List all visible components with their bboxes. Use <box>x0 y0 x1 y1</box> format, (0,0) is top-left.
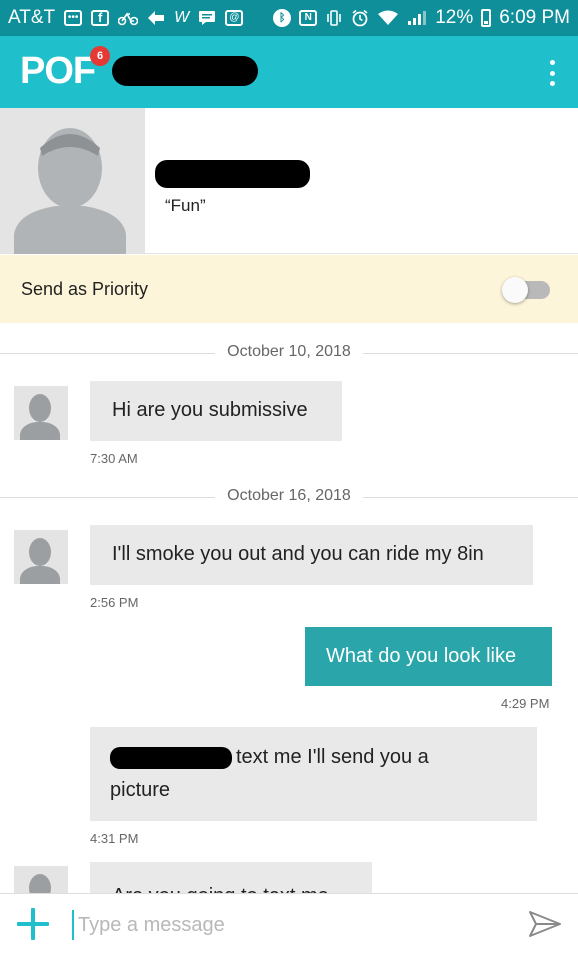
date-label: October 10, 2018 <box>215 343 363 360</box>
message-bubble-incoming[interactable]: Hi are you submissive <box>90 381 342 441</box>
redacted-text <box>110 746 232 769</box>
message-text: picture <box>110 779 171 801</box>
date-label: October 16, 2018 <box>215 487 363 504</box>
message-time: 4:29 PM <box>501 696 550 711</box>
default-avatar-icon <box>29 874 51 893</box>
signal-icon <box>407 10 427 26</box>
default-avatar-icon <box>20 538 60 584</box>
battery-percent: 12% <box>435 7 474 28</box>
message-text: Are you going to text me <box>112 885 329 893</box>
message-text: text me I'll send you a <box>236 746 429 768</box>
date-separator: October 16, 2018 <box>0 487 578 507</box>
carrier-label: AT&T <box>8 7 56 28</box>
notification-badge: 6 <box>90 46 110 66</box>
overflow-menu-icon[interactable] <box>548 60 556 86</box>
wifi-icon <box>377 10 399 26</box>
w-icon: W <box>174 9 190 26</box>
email-icon: @ <box>225 10 244 26</box>
message-text: What do you look like <box>326 645 517 667</box>
sender-avatar[interactable] <box>14 386 68 440</box>
message-input[interactable] <box>72 910 492 940</box>
status-bar: AT&T ••• f W @ ᛒ N 12% 6:09 PM <box>0 0 578 36</box>
message-time: 7:30 AM <box>90 451 138 466</box>
message-text: Hi are you submissive <box>112 399 308 421</box>
vibrate-icon <box>325 10 343 26</box>
message-bubble-incoming[interactable]: I'll smoke you out and you can ride my 8… <box>90 525 533 585</box>
clock: 6:09 PM <box>499 7 570 28</box>
compose-bar <box>0 893 578 960</box>
date-separator: October 10, 2018 <box>0 343 578 363</box>
message-icon: ••• <box>64 10 83 26</box>
add-attachment-icon[interactable] <box>17 908 49 940</box>
message-time: 2:56 PM <box>90 595 139 610</box>
redacted-username <box>112 56 258 86</box>
profile-photo[interactable] <box>0 108 145 254</box>
sender-avatar[interactable] <box>14 530 68 584</box>
send-icon[interactable] <box>528 908 562 940</box>
app-bar: POF 6 <box>0 36 578 108</box>
pof-logo[interactable]: POF <box>20 50 96 93</box>
nfc-icon: N <box>299 10 318 26</box>
default-avatar-icon <box>20 394 60 440</box>
message-bubble-outgoing[interactable]: What do you look like <box>305 627 552 686</box>
redacted-profile-name <box>155 160 310 188</box>
sender-avatar[interactable] <box>14 866 68 893</box>
bike-icon <box>118 10 139 26</box>
profile-tagline: “Fun” <box>165 196 206 215</box>
priority-label: Send as Priority <box>21 279 149 299</box>
priority-toggle[interactable] <box>502 277 550 303</box>
bluetooth-icon: ᛒ <box>273 9 292 27</box>
message-text: I'll smoke you out and you can ride my 8… <box>112 543 484 565</box>
message-bubble-incoming[interactable]: Are you going to text me <box>90 862 372 893</box>
alarm-icon <box>351 9 369 27</box>
navigation-icon <box>147 10 165 26</box>
toggle-knob <box>502 277 528 303</box>
priority-row: Send as Priority <box>0 255 578 323</box>
message-bubble-incoming[interactable]: text me I'll send you a picture <box>90 727 537 821</box>
facebook-icon: f <box>91 10 110 26</box>
battery-icon <box>481 9 492 27</box>
chat-icon <box>198 10 216 26</box>
message-time: 4:31 PM <box>90 831 139 846</box>
profile-header[interactable]: “Fun” <box>0 108 578 254</box>
default-avatar-icon <box>14 128 126 254</box>
